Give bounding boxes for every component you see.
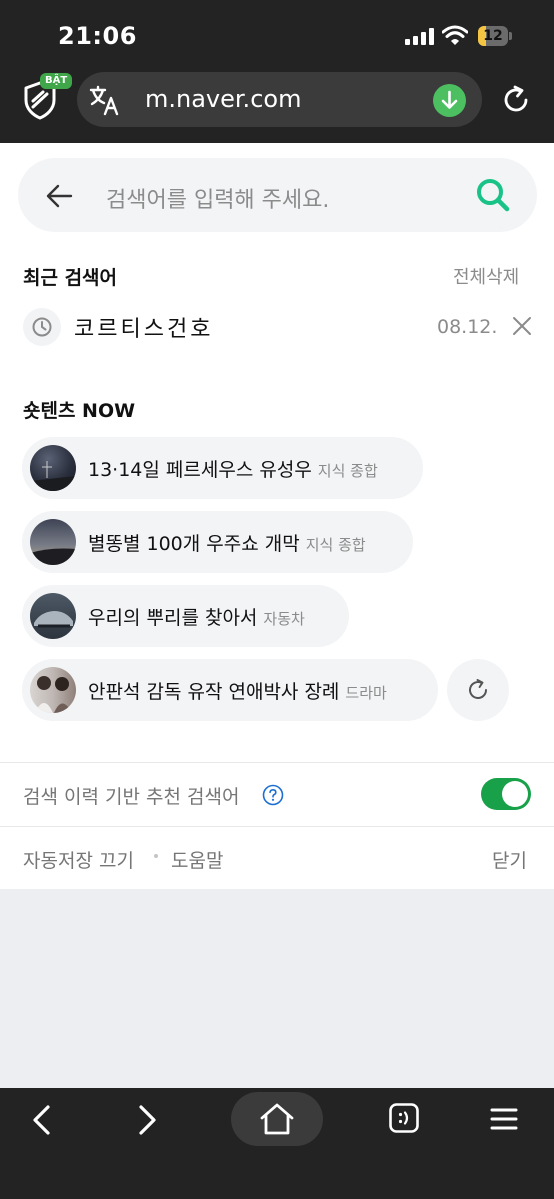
shortent-category: 지식 종합 xyxy=(317,462,378,480)
shortent-title: 안판석 감독 유작 연애박사 장례 xyxy=(88,681,340,703)
close-icon[interactable] xyxy=(511,315,533,337)
separator-dot xyxy=(154,854,158,858)
shortent-category: 자동차 xyxy=(263,610,305,628)
shortent-item[interactable]: 우리의 뿌리를 찾아서 자동차 xyxy=(22,585,349,647)
car-thumbnail xyxy=(30,593,76,639)
battery-icon: 12 xyxy=(478,26,512,46)
recommendation-label: 검색 이력 기반 추천 검색어 xyxy=(23,786,240,808)
home-icon xyxy=(260,1103,294,1135)
reload-icon[interactable] xyxy=(500,84,532,116)
autosave-off-link[interactable]: 자동저장 끄기 xyxy=(23,846,134,873)
help-icon[interactable] xyxy=(262,784,284,806)
battery-level: 12 xyxy=(483,28,503,44)
clear-all-button[interactable]: 전체삭제 xyxy=(453,263,519,289)
tabs-icon[interactable] xyxy=(388,1102,420,1134)
url-text[interactable]: m.naver.com xyxy=(145,85,301,113)
divider xyxy=(0,762,554,763)
shortent-title: 별똥별 100개 우주쇼 개막 xyxy=(88,533,300,555)
back-arrow-icon[interactable] xyxy=(44,181,74,211)
clock-icon xyxy=(23,308,61,346)
shortent-item[interactable]: 13·14일 페르세우스 유성우 지식 종합 xyxy=(22,437,423,499)
status-time: 21:06 xyxy=(58,22,137,50)
wifi-icon xyxy=(442,25,468,45)
recent-search-date: 08.12. xyxy=(437,316,498,338)
meteor-thumbnail xyxy=(30,445,76,491)
forward-icon[interactable] xyxy=(127,1100,167,1140)
shortent-item[interactable]: 안판석 감독 유작 연애박사 장례 드라마 xyxy=(22,659,438,721)
night-sky-thumbnail xyxy=(30,519,76,565)
refresh-shortents-button[interactable] xyxy=(447,659,509,721)
shortent-title: 13·14일 페르세우스 유성우 xyxy=(88,459,312,481)
menu-icon[interactable] xyxy=(489,1106,519,1132)
translate-icon[interactable] xyxy=(89,84,121,116)
protection-badge: BẬT xyxy=(40,73,73,89)
recent-searches-title: 최근 검색어 xyxy=(23,267,118,289)
shortent-title: 우리의 뿌리를 찾아서 xyxy=(88,607,258,629)
refresh-icon xyxy=(469,679,487,699)
divider xyxy=(0,826,554,827)
search-placeholder[interactable]: 검색어를 입력해 주세요. xyxy=(106,182,329,214)
close-link[interactable]: 닫기 xyxy=(492,846,527,873)
search-icon[interactable] xyxy=(473,175,513,215)
recent-search-term[interactable]: 코르티스건호 xyxy=(74,311,213,343)
shortent-category: 지식 종합 xyxy=(305,536,366,554)
home-button[interactable] xyxy=(231,1092,323,1146)
drama-thumbnail xyxy=(30,667,76,713)
help-link[interactable]: 도움말 xyxy=(171,846,223,873)
shortent-category: 드라마 xyxy=(345,684,387,702)
recommendation-toggle[interactable] xyxy=(481,778,531,810)
download-button[interactable] xyxy=(433,84,466,117)
shortent-item[interactable]: 별똥별 100개 우주쇼 개막 지식 종합 xyxy=(22,511,413,573)
shortents-title: 숏텐츠 NOW xyxy=(23,400,136,422)
download-icon xyxy=(441,90,458,109)
signal-icon xyxy=(405,28,435,45)
back-icon[interactable] xyxy=(22,1100,62,1140)
